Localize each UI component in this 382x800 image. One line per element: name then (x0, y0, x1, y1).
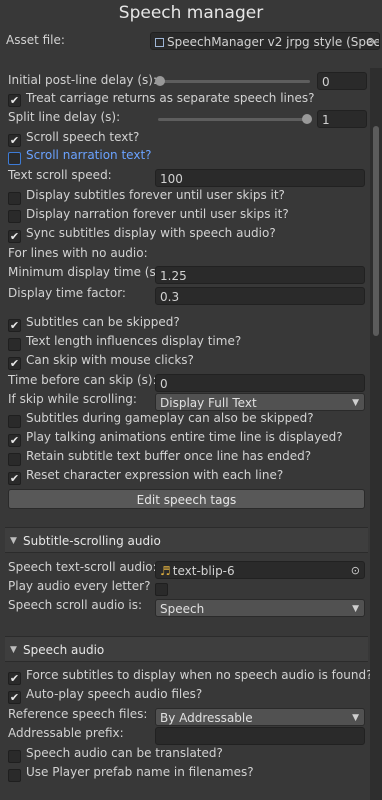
scroll-narration-checkbox[interactable] (8, 152, 21, 165)
scroll-speech-label: Scroll speech text? (26, 130, 140, 144)
scriptable-object-icon (155, 38, 164, 47)
gameplay-skip-checkbox[interactable] (8, 415, 21, 428)
subtitle-audio-section-header[interactable]: ▼ Subtitle-scrolling audio (5, 527, 368, 553)
speech-audio-section-header[interactable]: ▼ Speech audio (5, 636, 368, 662)
scroll-audio-is-value: Speech (160, 602, 205, 616)
talking-anims-checkbox[interactable]: ✔ (8, 434, 21, 447)
display-narr-forever-checkbox[interactable] (8, 210, 21, 223)
initial-delay-slider-knob[interactable] (155, 76, 165, 86)
reset-expression-label: Reset character expression with each lin… (26, 468, 284, 482)
chevron-down-icon: ▼ (352, 398, 359, 408)
force-subs-label: Force subtitles to display when no speec… (26, 668, 373, 682)
speech-audio-header-label: Speech audio (23, 643, 105, 657)
sync-subs-checkbox[interactable]: ✔ (8, 230, 21, 243)
autoplay-label: Auto-play speech audio files? (26, 687, 203, 701)
reference-files-label: Reference speech files: (8, 707, 148, 721)
speech-scroll-audio-label: Speech text-scroll audio: (8, 560, 157, 574)
retain-buffer-label: Retain subtitle text buffer once line ha… (26, 449, 312, 463)
object-picker-icon[interactable]: ⊙ (351, 562, 360, 578)
no-audio-heading: For lines with no audio: (8, 246, 148, 260)
display-time-factor-input[interactable]: 0.3 (155, 287, 365, 305)
asset-file-value: SpeechManager v2 jrpg style (Spee (167, 35, 380, 49)
min-display-time-label: Minimum display time (s): (8, 265, 165, 279)
split-delay-label: Split line delay (s): (8, 110, 121, 124)
subtitle-audio-header-label: Subtitle-scrolling audio (23, 534, 161, 548)
translated-checkbox[interactable] (8, 750, 21, 763)
time-before-skip-label: Time before can skip (s): (8, 373, 157, 387)
text-scroll-speed-input[interactable]: 100 (155, 169, 365, 187)
scrollbar-thumb[interactable] (373, 126, 379, 336)
asset-file-field[interactable]: SpeechManager v2 jrpg style (Spee ⊙ (150, 32, 380, 50)
vertical-scrollbar[interactable] (370, 68, 382, 800)
min-display-time-input[interactable]: 1.25 (155, 266, 365, 284)
addressable-prefix-input[interactable] (155, 727, 365, 745)
speech-scroll-audio-field[interactable]: ♬ text-blip-6 ⊙ (155, 561, 365, 579)
display-narr-forever-label: Display narration forever until user ski… (26, 207, 289, 221)
time-before-skip-input[interactable]: 0 (155, 374, 365, 392)
asset-file-label: Asset file: (6, 33, 65, 47)
chevron-down-icon: ▼ (352, 713, 359, 723)
split-delay-slider-knob[interactable] (302, 114, 312, 124)
page-title: Speech manager (118, 3, 264, 23)
split-delay-slider[interactable] (158, 118, 310, 121)
scroll-audio-is-label: Speech scroll audio is: (8, 598, 143, 612)
skip-scrolling-dropdown[interactable]: Display Full Text ▼ (155, 393, 365, 411)
mouse-skip-checkbox[interactable]: ✔ (8, 357, 21, 370)
text-length-checkbox[interactable] (8, 338, 21, 351)
reset-expression-checkbox[interactable]: ✔ (8, 472, 21, 485)
retain-buffer-checkbox[interactable] (8, 453, 21, 466)
force-subs-checkbox[interactable]: ✔ (8, 672, 21, 685)
reference-files-dropdown[interactable]: By Addressable ▼ (155, 708, 365, 726)
autoplay-checkbox[interactable]: ✔ (8, 691, 21, 704)
speech-scroll-audio-value: text-blip-6 (172, 564, 235, 578)
gameplay-skip-label: Subtitles during gameplay can also be sk… (26, 411, 314, 425)
scroll-audio-is-dropdown[interactable]: Speech ▼ (155, 599, 365, 617)
text-length-label: Text length influences display time? (26, 334, 242, 348)
reference-files-value: By Addressable (160, 711, 253, 725)
initial-delay-slider[interactable] (158, 80, 310, 83)
display-subs-forever-label: Display subtitles forever until user ski… (26, 188, 285, 202)
initial-delay-input[interactable]: 0 (317, 72, 367, 90)
foldout-arrow-icon: ▼ (10, 645, 17, 655)
talking-anims-label: Play talking animations entire time line… (26, 430, 343, 444)
treat-cr-label: Treat carriage returns as separate speec… (26, 91, 315, 105)
player-prefab-checkbox[interactable] (8, 769, 21, 782)
object-picker-icon[interactable]: ⊙ (366, 33, 375, 49)
text-scroll-speed-label: Text scroll speed: (8, 168, 112, 182)
foldout-arrow-icon: ▼ (10, 536, 17, 546)
addressable-prefix-label: Addressable prefix: (8, 726, 124, 740)
scroll-narration-label: Scroll narration text? (26, 148, 152, 162)
edit-speech-tags-button[interactable]: Edit speech tags (8, 489, 365, 509)
player-prefab-label: Use Player prefab name in filenames? (26, 765, 254, 779)
chevron-down-icon: ▼ (352, 604, 359, 614)
skip-scrolling-value: Display Full Text (160, 396, 257, 410)
translated-label: Speech audio can be translated? (26, 746, 223, 760)
every-letter-label: Play audio every letter? (8, 579, 151, 593)
scroll-speech-checkbox[interactable]: ✔ (8, 134, 21, 147)
display-subs-forever-checkbox[interactable] (8, 192, 21, 205)
sync-subs-label: Sync subtitles display with speech audio… (26, 226, 276, 240)
skip-scrolling-label: If skip while scrolling: (8, 392, 137, 406)
initial-delay-label: Initial post-line delay (s): (8, 73, 157, 87)
split-delay-input[interactable]: 1 (317, 110, 367, 128)
mouse-skip-label: Can skip with mouse clicks? (26, 353, 194, 367)
settings-panel: Initial post-line delay (s): 0 ✔ Treat c… (0, 68, 373, 800)
treat-cr-checkbox[interactable]: ✔ (8, 94, 21, 107)
display-time-factor-label: Display time factor: (8, 286, 126, 300)
audio-clip-icon: ♬ (160, 564, 171, 578)
every-letter-checkbox[interactable] (155, 583, 168, 596)
subs-skipped-checkbox[interactable]: ✔ (8, 319, 21, 332)
subs-skipped-label: Subtitles can be skipped? (26, 315, 180, 329)
